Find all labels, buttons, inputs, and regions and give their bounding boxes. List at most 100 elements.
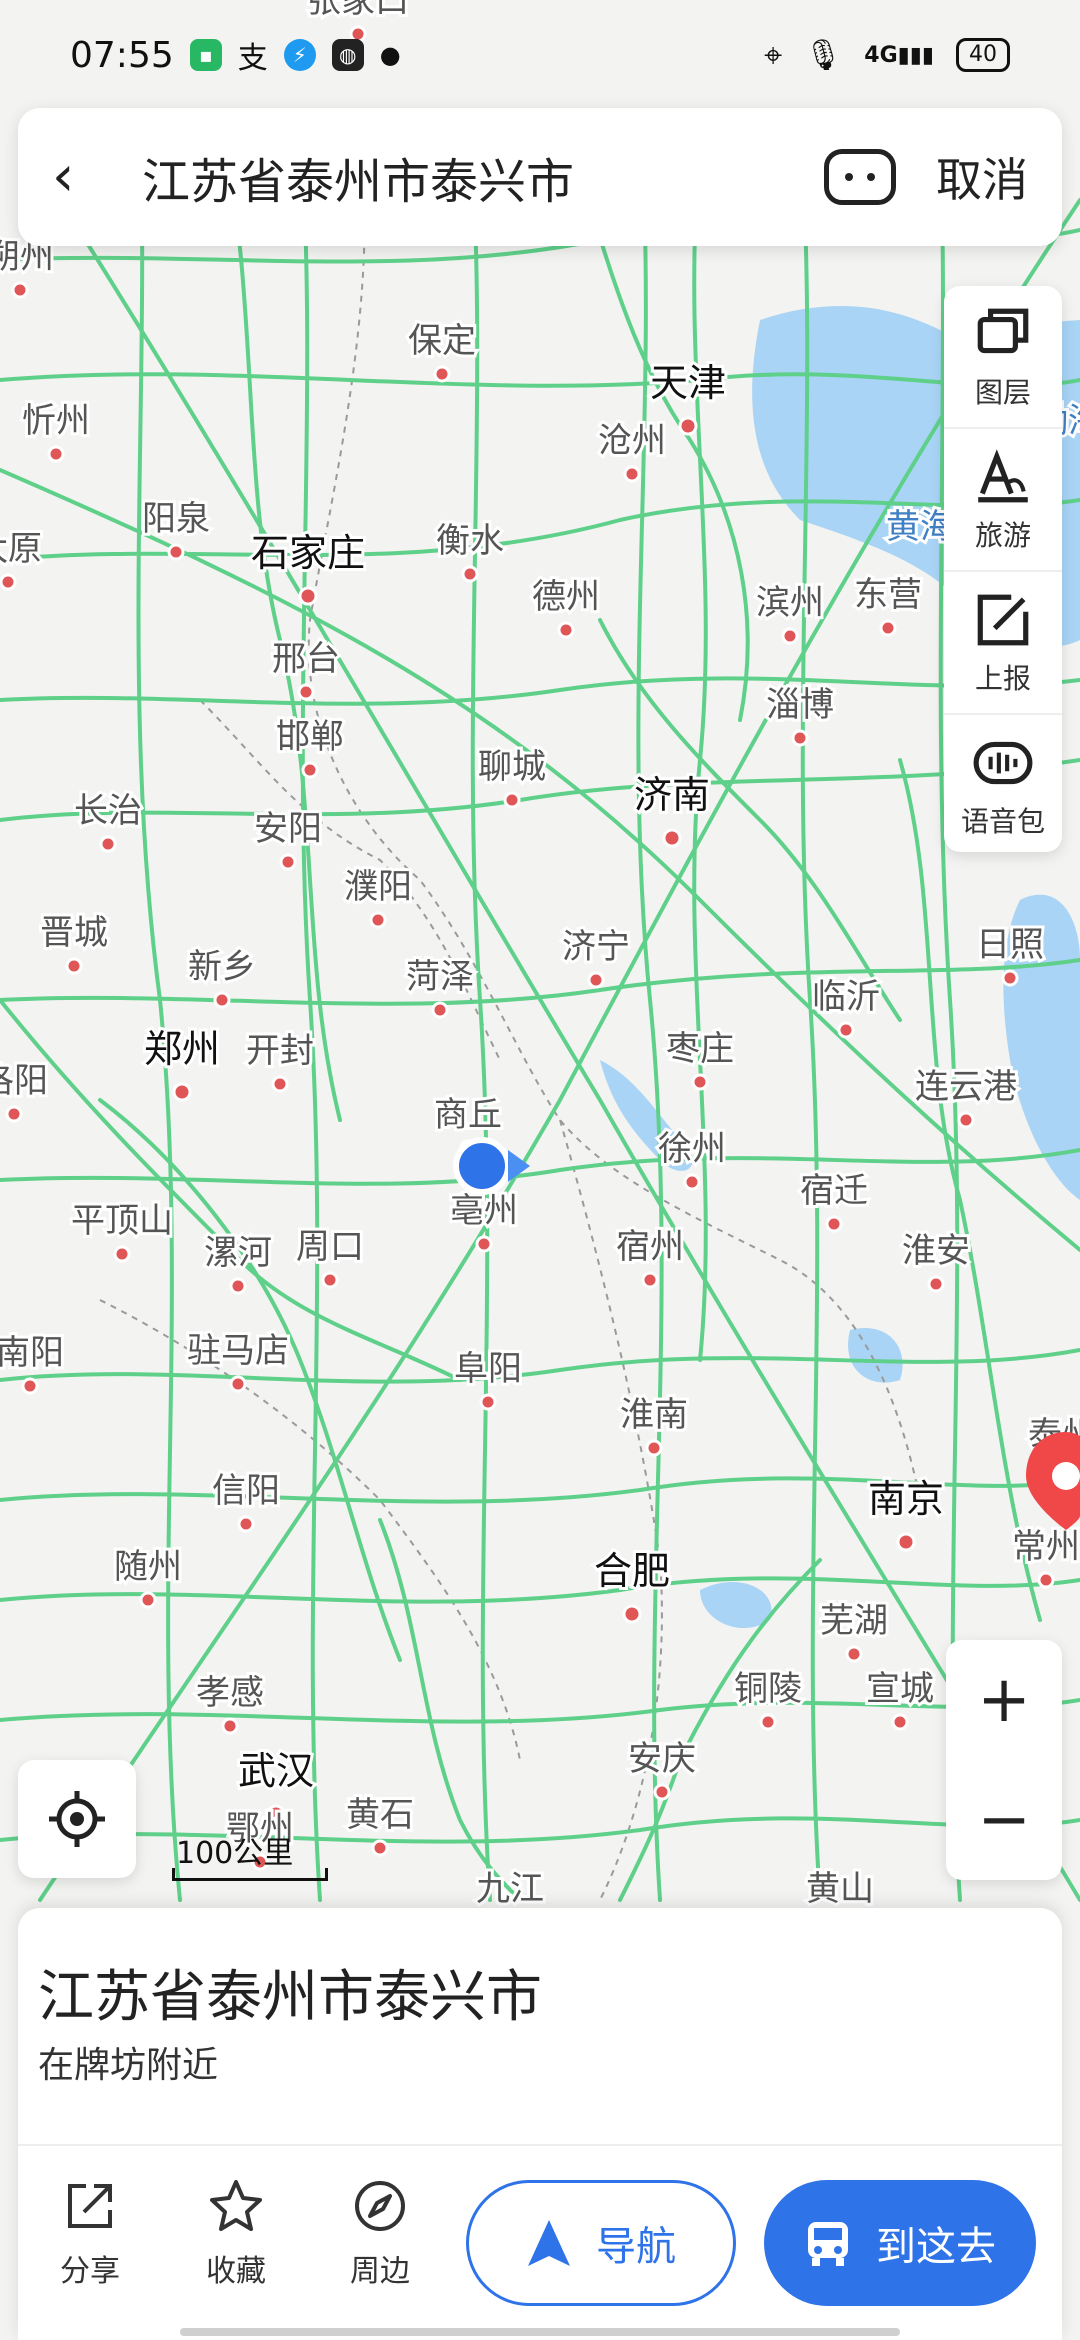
cancel-button[interactable]: 取消 xyxy=(936,144,1028,210)
city-dot xyxy=(431,1001,449,1019)
city-label: 晋城 xyxy=(40,913,108,953)
tool-label: 语音包 xyxy=(960,804,1045,838)
city-dot xyxy=(791,729,809,747)
tool-label: 上报 xyxy=(974,661,1031,695)
city-label: 聊城 xyxy=(478,747,546,787)
favorite-button[interactable]: 收藏 xyxy=(186,2178,286,2290)
place-detail-sheet: 江苏省泰州市泰兴市 在牌坊附近 分享 收藏 周边 导航 到这去 xyxy=(18,1908,1062,2340)
zoom-in-button[interactable]: + xyxy=(946,1640,1062,1760)
city-label: 太原 xyxy=(0,529,42,569)
city-label: 淄博 xyxy=(766,685,834,725)
city-dot xyxy=(301,761,319,779)
nearby-button[interactable]: 周边 xyxy=(330,2178,430,2290)
city-dot xyxy=(479,1393,497,1411)
search-query[interactable]: 江苏省泰州市泰兴市 xyxy=(142,142,824,212)
city-label: 邢台 xyxy=(272,639,340,679)
city-dot xyxy=(503,791,521,809)
locate-me-button[interactable] xyxy=(18,1760,136,1878)
voice-pack-button[interactable]: 语音包 xyxy=(944,715,1062,856)
city-label: 邯郸 xyxy=(276,717,344,757)
share-button[interactable]: 分享 xyxy=(40,2178,140,2290)
go-here-button[interactable]: 到这去 xyxy=(764,2180,1036,2306)
city-dot xyxy=(221,1717,239,1735)
city-label: 阳泉 xyxy=(142,499,210,539)
city-label: 日照 xyxy=(976,925,1044,965)
city-dot xyxy=(957,1111,975,1129)
travel-button[interactable]: 旅游 xyxy=(944,429,1062,572)
city-label: 德州 xyxy=(532,577,600,617)
voice-search-icon[interactable] xyxy=(824,149,896,205)
city-label: 徐州 xyxy=(658,1129,726,1169)
city-label: 漯河 xyxy=(204,1233,272,1273)
home-indicator xyxy=(180,2328,900,2336)
city-dot xyxy=(645,1439,663,1457)
city-label: 菏泽 xyxy=(406,957,474,997)
city-dot xyxy=(622,1604,642,1624)
city-dot xyxy=(623,465,641,483)
city-label: 芜湖 xyxy=(820,1601,888,1641)
city-label: 南京 xyxy=(868,1477,944,1521)
city-label: 九江 xyxy=(476,1869,544,1909)
network-type: 4G xyxy=(864,42,898,68)
action-label: 收藏 xyxy=(206,2254,266,2289)
city-dot xyxy=(691,1073,709,1091)
city-dot xyxy=(683,1173,701,1191)
navigation-arrow-icon xyxy=(528,2220,570,2266)
bus-icon xyxy=(808,2222,848,2266)
city-dot xyxy=(237,1515,255,1533)
city-label: 武汉 xyxy=(238,1749,314,1793)
city-label: 沧州 xyxy=(598,421,666,461)
city-dot xyxy=(461,565,479,583)
city-label: 宿迁 xyxy=(800,1171,868,1211)
city-dot xyxy=(678,416,698,436)
report-button[interactable]: 上报 xyxy=(944,572,1062,715)
city-label: 忻州 xyxy=(22,401,90,441)
city-dot xyxy=(213,991,231,1009)
city-dot xyxy=(587,971,605,989)
action-label: 分享 xyxy=(60,2254,120,2289)
travel-icon xyxy=(978,448,1028,502)
zoom-out-button[interactable]: − xyxy=(946,1760,1062,1880)
city-dot xyxy=(896,1532,916,1552)
city-label: 周口 xyxy=(296,1227,364,1267)
city-dot xyxy=(641,1271,659,1289)
navigate-label: 导航 xyxy=(596,2224,676,2270)
city-label: 随州 xyxy=(114,1547,182,1587)
city-label: 济宁 xyxy=(562,927,630,967)
city-dot xyxy=(99,835,117,853)
city-label: 滨州 xyxy=(756,583,824,623)
city-label: 安阳 xyxy=(254,809,322,849)
city-label: 东营 xyxy=(854,575,922,615)
action-label: 周边 xyxy=(350,2254,410,2289)
map-scale-bar xyxy=(172,1868,328,1881)
city-label: 平顶山 xyxy=(71,1201,173,1241)
place-subtitle: 在牌坊附近 xyxy=(38,2045,219,2086)
city-dot xyxy=(891,1713,909,1731)
city-dot xyxy=(167,543,185,561)
city-label: 淮南 xyxy=(620,1395,688,1435)
city-label: 信阳 xyxy=(212,1471,280,1511)
layers-icon xyxy=(977,308,1029,353)
city-dot xyxy=(369,911,387,929)
tool-label: 旅游 xyxy=(974,518,1031,552)
city-dot xyxy=(879,619,897,637)
zoom-control: + − xyxy=(946,1640,1062,1880)
navigate-button[interactable]: 导航 xyxy=(466,2180,736,2306)
city-dot xyxy=(927,1275,945,1293)
crosshair-icon xyxy=(49,1791,105,1847)
back-icon[interactable]: ‹ xyxy=(52,149,112,205)
city-dot xyxy=(297,683,315,701)
city-dot xyxy=(662,828,682,848)
city-dot xyxy=(433,365,451,383)
alipay-icon: 支 xyxy=(237,41,268,76)
city-dot xyxy=(279,853,297,871)
map-tool-panel: 图层 旅游 上报 语音包 xyxy=(944,286,1062,852)
city-label: 濮阳 xyxy=(344,867,412,907)
city-dot xyxy=(475,1235,493,1253)
city-label: 黄山 xyxy=(806,1869,874,1909)
layers-button[interactable]: 图层 xyxy=(944,286,1062,429)
city-label: 洛阳 xyxy=(0,1061,48,1101)
city-label: 枣庄 xyxy=(666,1029,734,1069)
signal-icon: 4G▮▮▮ xyxy=(864,42,934,68)
city-label: 黄石 xyxy=(346,1795,414,1835)
